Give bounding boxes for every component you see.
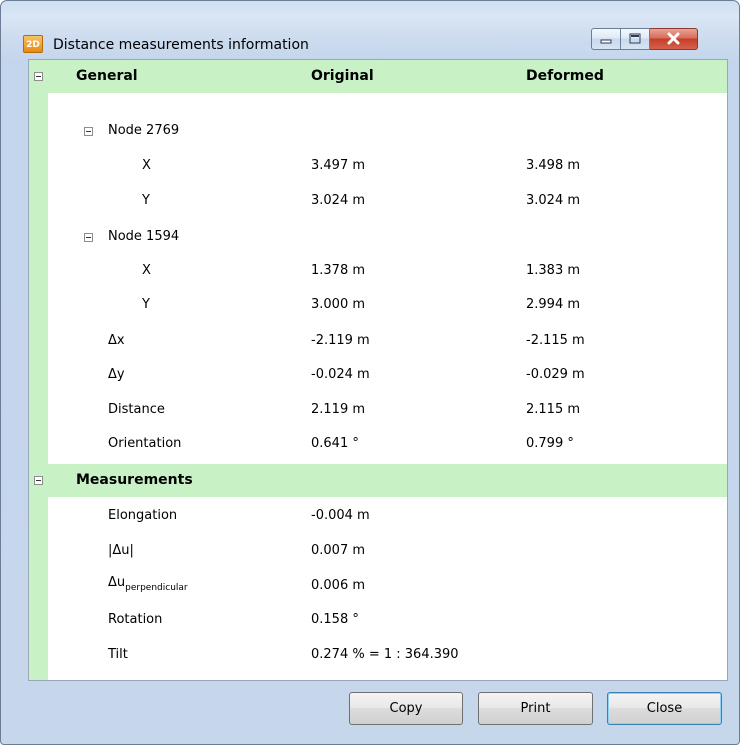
- node2-x-label: X: [142, 263, 151, 278]
- node2-x-deformed: 1.383 m: [526, 263, 581, 278]
- node2-label: Node 1594: [108, 229, 180, 244]
- node1-y-deformed: 3.024 m: [526, 193, 581, 208]
- title-bar[interactable]: 2D Distance measurements information: [1, 1, 739, 53]
- dialog-window: 2D Distance measurements information Gen…: [0, 0, 740, 745]
- copy-button[interactable]: Copy: [349, 692, 463, 725]
- dy-deformed: -0.029 m: [526, 367, 585, 382]
- node1-x-deformed: 3.498 m: [526, 158, 581, 173]
- dx-label: Δx: [108, 333, 125, 348]
- general-header-row: [48, 60, 727, 93]
- app-icon: 2D: [23, 35, 43, 53]
- close-button[interactable]: Close: [607, 692, 722, 725]
- node2-y-label: Y: [142, 297, 150, 312]
- tree-gutter: [29, 60, 48, 680]
- elongation-value: -0.004 m: [311, 508, 370, 523]
- tilt-label: Tilt: [108, 647, 128, 662]
- collapse-node1-icon[interactable]: [84, 127, 93, 136]
- node1-y-label: Y: [142, 193, 150, 208]
- rotation-value: 0.158 °: [311, 612, 359, 627]
- du-perp-value: 0.006 m: [311, 578, 366, 593]
- node2-y-deformed: 2.994 m: [526, 297, 581, 312]
- rotation-label: Rotation: [108, 612, 163, 627]
- maximize-icon: [629, 33, 641, 44]
- du-perp-label-sub: perpendicular: [125, 583, 188, 593]
- distance-original: 2.119 m: [311, 402, 366, 417]
- node1-y-original: 3.024 m: [311, 193, 366, 208]
- general-header: General: [76, 68, 138, 84]
- collapse-general-icon[interactable]: [34, 72, 43, 81]
- du-abs-label: |Δu|: [108, 543, 134, 558]
- orientation-original: 0.641 °: [311, 436, 359, 451]
- close-window-button[interactable]: [650, 28, 698, 50]
- properties-grid: General Original Deformed Node 2769 X 3.…: [28, 59, 728, 681]
- dy-original: -0.024 m: [311, 367, 370, 382]
- node1-label: Node 2769: [108, 123, 180, 138]
- deformed-column-header: Deformed: [526, 68, 604, 84]
- node1-x-label: X: [142, 158, 151, 173]
- dy-label: Δy: [108, 367, 125, 382]
- elongation-label: Elongation: [108, 508, 178, 523]
- distance-deformed: 2.115 m: [526, 402, 581, 417]
- close-icon: [667, 32, 680, 45]
- dx-deformed: -2.115 m: [526, 333, 585, 348]
- orientation-deformed: 0.799 °: [526, 436, 574, 451]
- window-title: Distance measurements information: [53, 37, 309, 53]
- du-abs-value: 0.007 m: [311, 543, 366, 558]
- du-perp-label: Δuperpendicular: [108, 573, 188, 594]
- print-button[interactable]: Print: [478, 692, 593, 725]
- node2-y-original: 3.000 m: [311, 297, 366, 312]
- node1-x-original: 3.497 m: [311, 158, 366, 173]
- original-column-header: Original: [311, 68, 374, 84]
- tilt-value: 0.274 % = 1 : 364.390: [311, 647, 459, 662]
- collapse-node2-icon[interactable]: [84, 233, 93, 242]
- maximize-button[interactable]: [621, 28, 650, 50]
- collapse-measurements-icon[interactable]: [34, 476, 43, 485]
- distance-label: Distance: [108, 402, 165, 417]
- measurements-header: Measurements: [76, 472, 193, 488]
- dx-original: -2.119 m: [311, 333, 370, 348]
- minimize-button[interactable]: [591, 28, 621, 50]
- orientation-label: Orientation: [108, 436, 182, 451]
- du-perp-label-main: Δu: [108, 575, 126, 590]
- minimize-icon: [600, 39, 612, 44]
- node2-x-original: 1.378 m: [311, 263, 366, 278]
